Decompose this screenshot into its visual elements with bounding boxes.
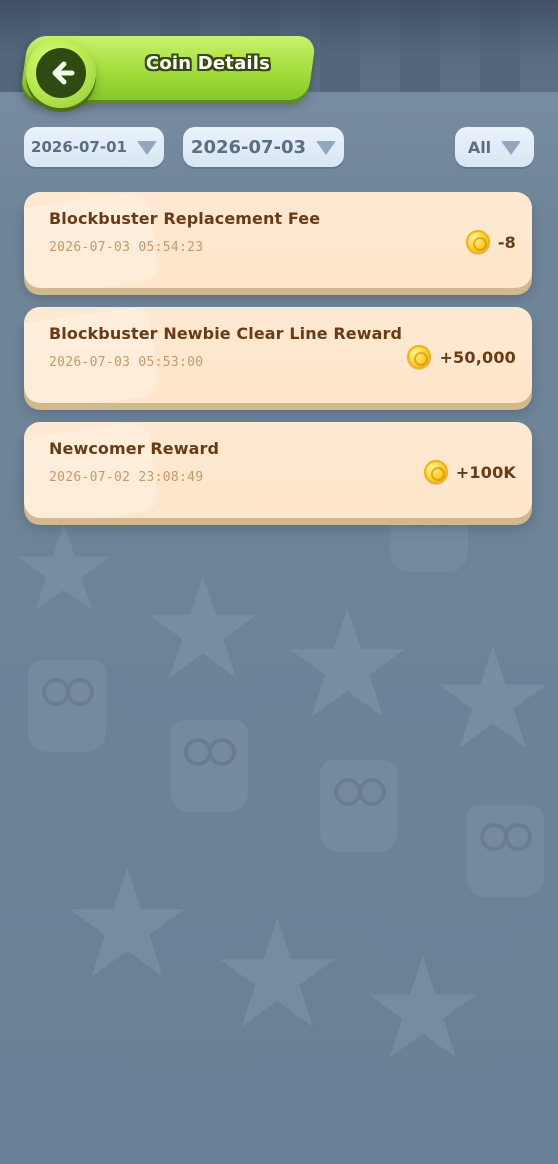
- transaction-time: 2026-07-02 23:08:49: [49, 470, 204, 485]
- end-date-filter[interactable]: 2026-07-03: [183, 127, 344, 167]
- chevron-down-icon: [136, 141, 157, 155]
- background-star: ★: [60, 838, 195, 1012]
- amount-value: -8: [497, 232, 516, 252]
- back-button[interactable]: [26, 38, 96, 108]
- background-mascot: [320, 760, 398, 852]
- background-mascot: [28, 660, 106, 752]
- page-title: Coin Details: [145, 53, 271, 74]
- background-mascot: [170, 720, 248, 812]
- back-button-inner: [36, 48, 86, 98]
- back-arrow-icon: [46, 58, 76, 88]
- transaction-card[interactable]: Blockbuster Newbie Clear Line Reward 202…: [24, 307, 532, 403]
- background-star: ★: [430, 618, 556, 781]
- start-date-filter[interactable]: 2026-07-01: [24, 127, 164, 167]
- transaction-time: 2026-07-03 05:54:23: [49, 240, 204, 255]
- end-date-value: 2026-07-03: [190, 136, 307, 158]
- transaction-title: Blockbuster Newbie Clear Line Reward: [49, 324, 403, 343]
- coin-icon: [423, 460, 448, 484]
- app-background: ★ ★ ★ ★ ★ ★ ★: [0, 0, 558, 1164]
- background-star: ★: [280, 578, 415, 752]
- coin-icon: [465, 230, 490, 254]
- transaction-amount: +100K: [423, 460, 516, 484]
- transaction-time: 2026-07-03 05:53:00: [49, 355, 204, 370]
- transaction-amount: +50,000: [407, 345, 516, 369]
- transaction-amount: -8: [465, 230, 516, 254]
- type-filter[interactable]: All: [455, 127, 534, 167]
- background-star: ★: [140, 548, 266, 711]
- start-date-value: 2026-07-01: [31, 138, 127, 156]
- transaction-title: Newcomer Reward: [49, 439, 220, 458]
- background-star: ★: [210, 888, 345, 1062]
- background-star: ★: [360, 928, 486, 1091]
- background-star: ★: [10, 500, 118, 639]
- transaction-card[interactable]: Newcomer Reward 2026-07-02 23:08:49 +100…: [24, 422, 532, 518]
- chevron-down-icon: [501, 141, 522, 155]
- chevron-down-icon: [316, 141, 337, 155]
- coin-icon: [407, 345, 432, 369]
- amount-value: +50,000: [439, 347, 516, 367]
- amount-value: +100K: [455, 462, 516, 482]
- type-filter-value: All: [467, 137, 492, 157]
- transaction-card[interactable]: Blockbuster Replacement Fee 2026-07-03 0…: [24, 192, 532, 288]
- transaction-title: Blockbuster Replacement Fee: [49, 209, 321, 228]
- background-mascot: [466, 805, 544, 897]
